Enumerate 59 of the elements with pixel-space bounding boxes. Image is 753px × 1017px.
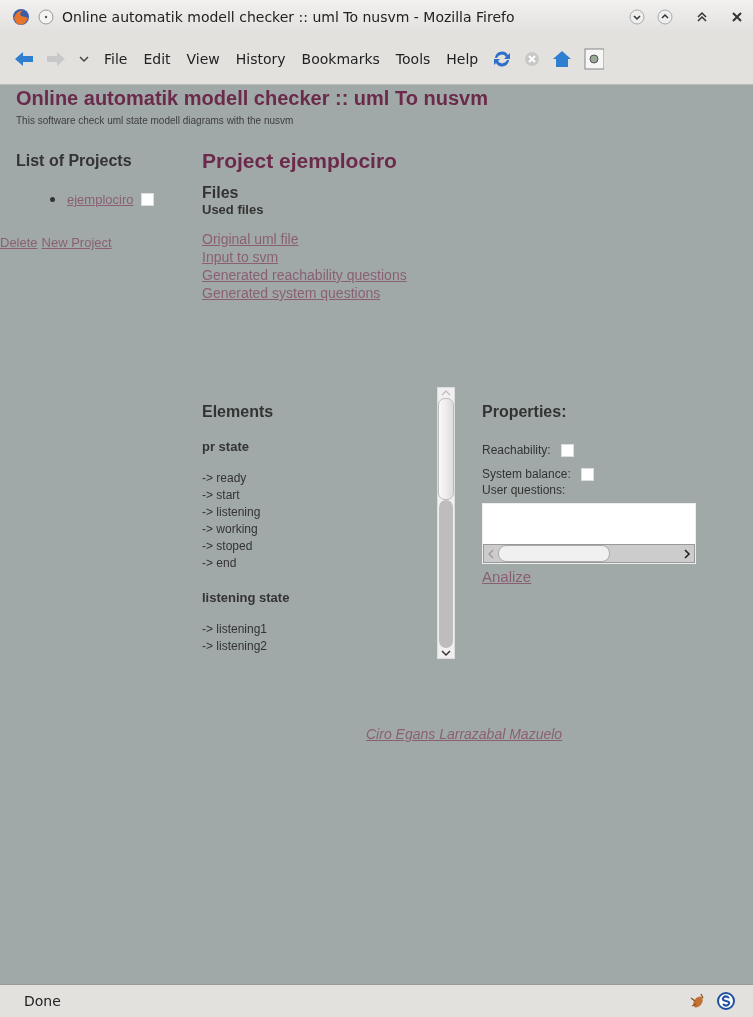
author-link[interactable]: Ciro Egans Larrazabal Mazuelo xyxy=(366,726,563,742)
scrollbar[interactable] xyxy=(437,387,455,659)
scroll-down-icon[interactable] xyxy=(438,648,454,658)
chevron-up-icon[interactable] xyxy=(657,9,673,25)
used-files-label: Used files xyxy=(202,202,265,217)
checkbox[interactable] xyxy=(141,193,155,206)
browser-logo-icon xyxy=(12,8,30,26)
reload-icon[interactable] xyxy=(492,49,513,69)
checkbox-label: System balance: xyxy=(482,467,571,481)
address-field-icon[interactable] xyxy=(584,48,605,70)
file-link[interactable]: Input to svm xyxy=(202,249,279,265)
transition-item: -> listening xyxy=(202,504,262,521)
chevron-down-icon[interactable] xyxy=(629,9,645,25)
stop-icon[interactable] xyxy=(524,51,541,67)
analize-link[interactable]: Analize xyxy=(482,568,532,585)
file-link[interactable]: Generated system questions xyxy=(202,285,381,301)
elements-heading: Elements xyxy=(202,403,275,421)
menu-item[interactable]: History xyxy=(233,51,288,67)
checkbox-label: Reachability: xyxy=(482,443,551,457)
menu-item[interactable]: Bookmarks xyxy=(299,51,382,67)
window-title: Online automatik modell checker :: uml To nusvm - Mozilla Firefo xyxy=(62,9,516,25)
field-label: User questions: xyxy=(482,483,567,497)
status-text: Done xyxy=(24,993,61,1009)
pin-icon[interactable] xyxy=(38,9,54,25)
state-title: pr state xyxy=(202,439,250,454)
bullet-icon xyxy=(50,197,55,202)
sidebar-heading: List of Projects xyxy=(16,152,133,170)
questions-field[interactable] xyxy=(482,503,696,564)
maximize-icon[interactable] xyxy=(695,10,709,24)
s-logo-icon[interactable] xyxy=(717,992,735,1010)
page-title: Online automatik modell checker :: uml To nusvm xyxy=(15,87,489,110)
project-link[interactable]: ejemplociro xyxy=(67,192,134,207)
checkbox[interactable] xyxy=(580,467,594,481)
page-subtitle: This software check uml state modell diagrams with the nusvm xyxy=(16,115,295,126)
menu-item[interactable]: Tools xyxy=(393,51,433,67)
files-heading: Files xyxy=(202,185,240,201)
state-title: listening state xyxy=(202,590,291,605)
transition-item: -> working xyxy=(202,521,259,538)
transition-item: -> listening2 xyxy=(202,638,269,655)
checkbox[interactable] xyxy=(560,443,574,457)
action-link[interactable]: Delete xyxy=(0,235,38,250)
action-link[interactable]: New Project xyxy=(41,235,112,250)
file-link[interactable]: Original uml file xyxy=(202,231,299,247)
transition-item: -> stoped xyxy=(202,538,254,555)
transition-item: -> listening1 xyxy=(202,621,269,638)
back-arrow-icon[interactable] xyxy=(14,51,34,67)
menu-item[interactable]: Edit xyxy=(141,51,173,67)
properties-heading: Properties: xyxy=(482,403,568,421)
transition-item: -> ready xyxy=(202,470,248,487)
close-icon[interactable] xyxy=(731,11,743,23)
menu-item[interactable]: View xyxy=(184,51,222,67)
transition-item: -> start xyxy=(202,487,241,504)
menu-item[interactable]: File xyxy=(102,51,130,67)
project-title: Project ejemplociro xyxy=(202,149,398,173)
file-link[interactable]: Generated reachability questions xyxy=(202,267,407,283)
chevron-down-icon[interactable] xyxy=(78,54,90,64)
transition-item: -> end xyxy=(202,555,238,572)
home-icon[interactable] xyxy=(552,50,573,68)
menu-item[interactable]: Help xyxy=(444,51,481,67)
